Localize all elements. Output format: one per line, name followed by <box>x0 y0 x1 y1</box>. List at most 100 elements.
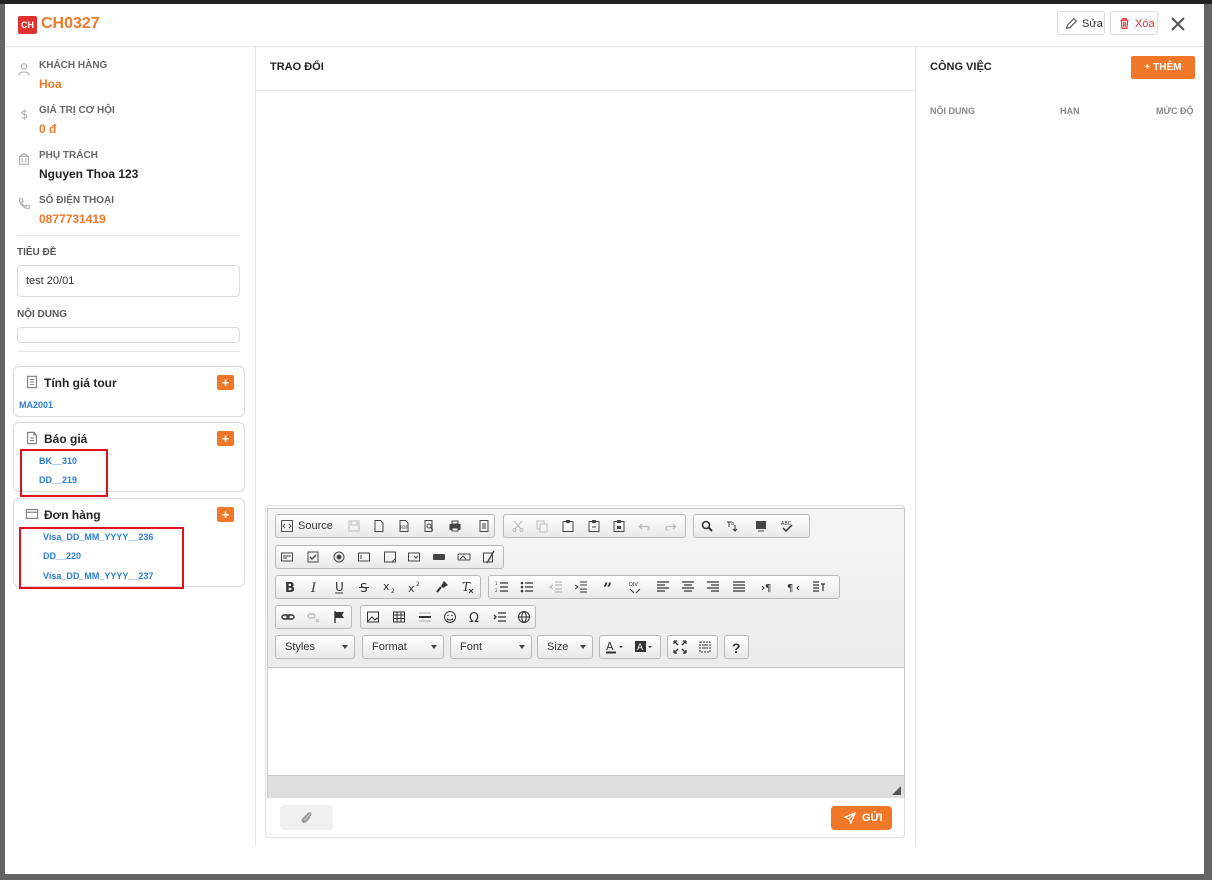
paste-text-icon[interactable] <box>587 519 601 533</box>
add-tour-pricing-button[interactable]: + <box>217 375 234 390</box>
new-page-icon[interactable] <box>372 519 386 533</box>
font-dropdown[interactable]: Font <box>450 635 532 659</box>
underline-icon[interactable]: U <box>332 580 346 594</box>
dollar-icon: $ <box>21 107 29 121</box>
bold-icon[interactable]: B <box>282 580 296 594</box>
redo-icon[interactable] <box>663 519 677 533</box>
find-icon[interactable] <box>700 519 714 533</box>
paste-icon[interactable] <box>561 519 575 533</box>
show-blocks-icon[interactable] <box>698 640 712 654</box>
textarea-icon[interactable] <box>383 550 397 564</box>
horizontal-line-icon[interactable] <box>418 610 432 624</box>
rich-text-editor: Source PDF b ABC B I U S x 2 x 2 T 1 2 ”… <box>267 508 905 798</box>
page-break-icon[interactable] <box>493 610 507 624</box>
text-color-icon[interactable]: A <box>605 640 625 654</box>
justify-icon[interactable] <box>732 580 746 594</box>
source-icon[interactable] <box>280 519 294 533</box>
indent-icon[interactable] <box>574 580 588 594</box>
toolbar-paragraph-group: 12 ” DIV ¶ ¶ <box>488 575 840 599</box>
outdent-icon[interactable] <box>549 580 563 594</box>
align-left-icon[interactable] <box>656 580 670 594</box>
print-icon[interactable] <box>448 519 462 533</box>
unlink-icon[interactable] <box>307 610 321 624</box>
background-color-icon[interactable]: A <box>634 640 654 654</box>
templates-icon[interactable] <box>477 519 491 533</box>
spellcheck-icon[interactable]: ABC <box>780 519 794 533</box>
help-button[interactable]: ? <box>732 640 741 656</box>
svg-text:x: x <box>383 580 390 593</box>
title-input[interactable]: test 20/01 <box>17 265 240 297</box>
edit-button[interactable]: Sửa <box>1057 11 1105 35</box>
radio-icon[interactable] <box>332 550 346 564</box>
numbered-list-icon[interactable]: 12 <box>495 580 509 594</box>
add-quote-button[interactable]: + <box>217 431 234 446</box>
blockquote-icon[interactable]: ” <box>603 580 617 594</box>
align-center-icon[interactable] <box>681 580 695 594</box>
anchor-flag-icon[interactable] <box>332 610 346 624</box>
content-label: NỘI DUNG <box>17 309 67 320</box>
rtl-icon[interactable]: ¶ <box>786 580 800 594</box>
pdf-icon[interactable]: PDF <box>397 519 411 533</box>
div-icon[interactable]: DIV <box>628 580 642 594</box>
iframe-globe-icon[interactable] <box>517 610 531 624</box>
table-icon[interactable] <box>392 610 406 624</box>
content-input[interactable] <box>17 327 240 343</box>
copy-format-icon[interactable] <box>435 580 449 594</box>
add-order-button[interactable]: + <box>217 507 234 522</box>
phone-icon <box>19 198 30 209</box>
tour-pricing-link[interactable]: MA2001 <box>19 400 53 410</box>
preview-icon[interactable] <box>422 519 436 533</box>
delete-button[interactable]: Xóa <box>1110 11 1158 35</box>
close-icon[interactable] <box>1168 14 1188 34</box>
undo-icon[interactable] <box>638 519 652 533</box>
smiley-icon[interactable] <box>443 610 457 624</box>
replace-icon[interactable]: b <box>725 519 739 533</box>
order-title: Đơn hàng <box>44 508 101 522</box>
size-dropdown[interactable]: Size <box>537 635 593 659</box>
styles-dropdown[interactable]: Styles <box>275 635 355 659</box>
trash-icon <box>1120 18 1129 29</box>
editor-content-area[interactable] <box>268 667 904 776</box>
hidden-field-icon[interactable] <box>482 550 496 564</box>
select-all-icon[interactable] <box>754 519 768 533</box>
format-dropdown[interactable]: Format <box>362 635 444 659</box>
maximize-icon[interactable] <box>673 640 687 654</box>
add-task-button[interactable]: + THÊM <box>1131 56 1195 79</box>
link-icon[interactable] <box>281 610 295 624</box>
attach-button[interactable] <box>280 805 333 830</box>
resize-handle-icon[interactable] <box>892 786 901 795</box>
ltr-icon[interactable]: ¶ <box>761 580 775 594</box>
toolbar-editing-group: b ABC <box>693 514 810 538</box>
cut-icon[interactable] <box>511 519 525 533</box>
send-button[interactable]: GỬI <box>831 806 892 830</box>
svg-text:A: A <box>606 640 614 653</box>
svg-text:2: 2 <box>416 581 420 588</box>
special-char-icon[interactable]: Ω <box>468 610 482 624</box>
copy-icon[interactable] <box>535 519 549 533</box>
align-right-icon[interactable] <box>706 580 720 594</box>
paste-word-icon[interactable] <box>612 519 626 533</box>
strikethrough-icon[interactable]: S <box>357 580 371 594</box>
phone-value: 0877731419 <box>39 212 106 226</box>
image-icon[interactable] <box>366 610 380 624</box>
divider <box>17 235 240 236</box>
checkbox-icon[interactable] <box>306 550 320 564</box>
image-button-icon[interactable] <box>457 550 471 564</box>
save-icon[interactable] <box>347 519 361 533</box>
source-button-label[interactable]: Source <box>298 520 333 532</box>
title-label: TIÊU ĐỀ <box>17 247 57 258</box>
svg-text:$: $ <box>21 107 29 121</box>
language-icon[interactable] <box>812 580 826 594</box>
italic-icon[interactable]: I <box>307 580 321 594</box>
bulleted-list-icon[interactable] <box>520 580 534 594</box>
button-icon[interactable] <box>432 550 446 564</box>
remove-format-icon[interactable]: T <box>460 580 474 594</box>
column-header-priority: MỨC ĐỘ <box>1156 106 1194 116</box>
select-icon[interactable] <box>407 550 421 564</box>
svg-text:DIV: DIV <box>629 582 638 588</box>
subscript-icon[interactable]: x2 <box>382 580 396 594</box>
form-icon[interactable] <box>280 550 294 564</box>
text-field-icon[interactable] <box>357 550 371 564</box>
superscript-icon[interactable]: x2 <box>407 580 421 594</box>
svg-text:A: A <box>637 643 644 653</box>
